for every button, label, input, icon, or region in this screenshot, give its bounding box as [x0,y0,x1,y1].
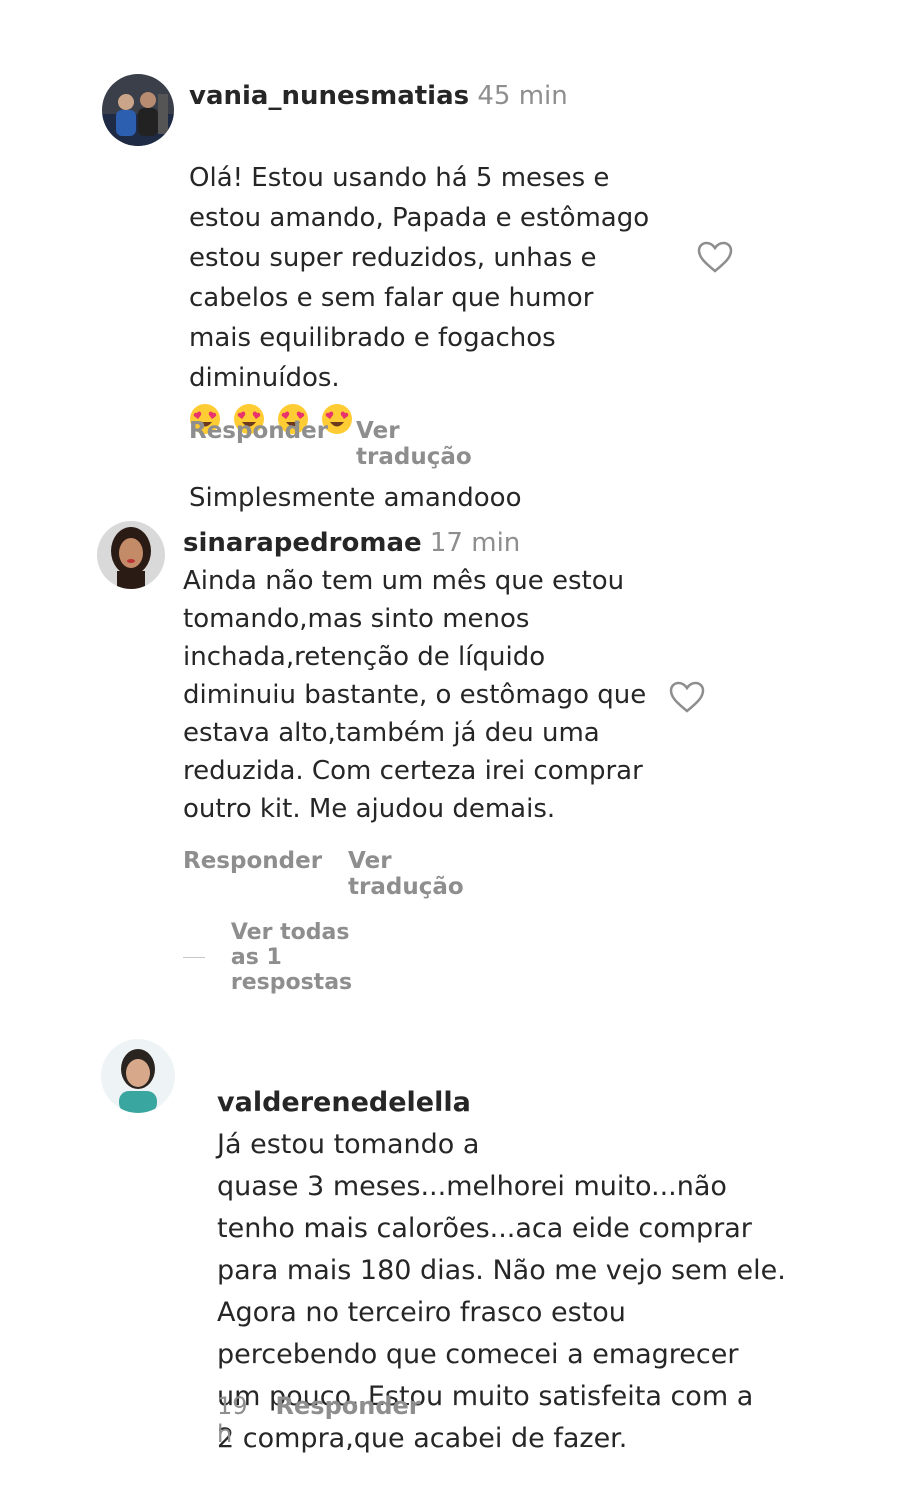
avatar-photo-icon [101,1039,175,1113]
comment-text: Ainda não tem um mês que estou tomando,m… [183,566,647,824]
heart-outline-icon[interactable] [668,680,706,718]
username[interactable]: vania_nunesmatias [189,81,469,111]
avatar[interactable] [102,74,174,146]
see-translation-button[interactable]: Ver tradução [356,418,472,470]
replies-divider [183,957,205,958]
see-translation-button[interactable]: Ver tradução [348,848,464,900]
avatar[interactable] [101,1039,175,1113]
username[interactable]: sinarapedromae [183,528,422,558]
comment-time: 45 min [477,81,568,111]
username[interactable]: valderenedelella [217,1087,471,1118]
avatar-photo-icon [102,74,174,146]
comment-time: 19 h [217,1392,248,1448]
comment-header: vania_nunesmatias 45 min [189,80,568,112]
avatar-photo-icon [97,521,165,589]
comment-text-body: Olá! Estou usando há 5 meses e estou ama… [189,163,650,393]
reply-button[interactable]: Responder [276,1392,421,1448]
view-replies-label[interactable]: Ver todas as 1 respostas [231,920,376,995]
comment-text-tail: Simplesmente amandooo [189,483,522,513]
comment-time: 17 min [429,528,521,558]
comment-text-first-line: Já estou tomando a [217,1129,480,1160]
reply-button[interactable]: Responder [183,848,322,900]
comment-header: sinarapedromae 17 min [183,527,520,559]
reply-button[interactable]: Responder [189,418,328,470]
comment-actions: Responder Ver tradução [189,418,472,470]
comment-actions: 19 h Responder [217,1392,421,1448]
avatar[interactable] [97,521,165,589]
heart-outline-icon[interactable] [696,240,734,278]
view-replies[interactable]: Ver todas as 1 respostas [183,920,376,995]
comment-actions: Responder Ver tradução [183,848,464,900]
